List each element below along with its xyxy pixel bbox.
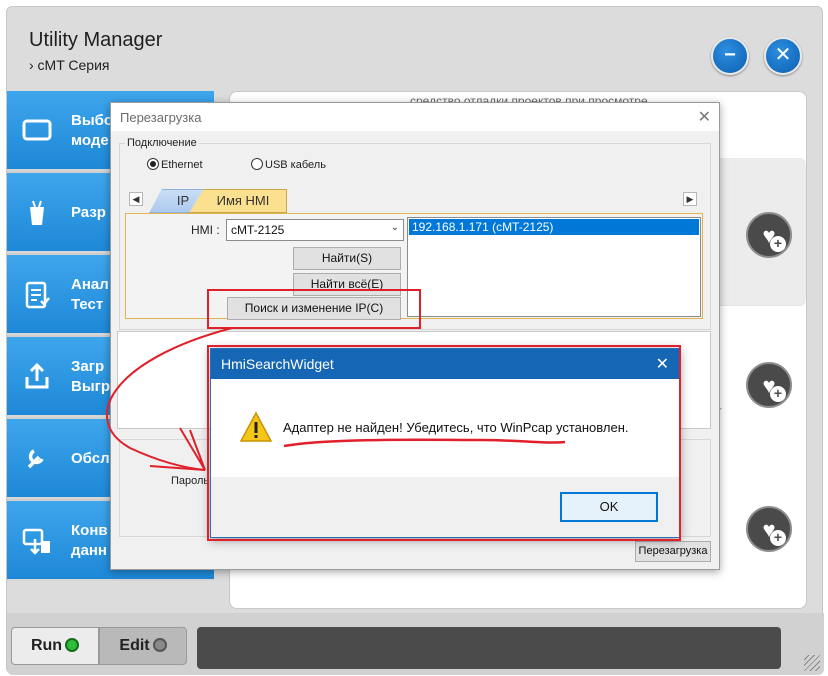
reboot-close-button[interactable]: ✕ — [698, 107, 711, 127]
radio-usb[interactable]: USB кабель — [251, 158, 326, 171]
bottom-bar: Run Edit — [7, 613, 824, 675]
edit-status-icon — [152, 638, 167, 652]
warning-icon — [239, 411, 273, 442]
hmi-label: HMI : — [191, 223, 220, 237]
resize-grip-icon[interactable] — [804, 655, 820, 671]
search-change-ip-button[interactable]: Поиск и изменение IP(C) — [227, 297, 401, 320]
hmi-search-message-box: HmiSearchWidget ✕ Адаптер не найден! Убе… — [210, 348, 680, 538]
hmi-select[interactable]: cMT-2125 ⌄ — [226, 219, 404, 241]
radio-selected-icon — [147, 158, 159, 170]
sidebar-item-label: Обсл — [71, 450, 110, 467]
sidebar-item-label: Конв данн — [71, 522, 108, 559]
checklist-icon — [25, 281, 50, 309]
favorite-add-button[interactable]: ♥ + — [746, 212, 792, 258]
message-close-button[interactable]: ✕ — [656, 354, 669, 374]
minimize-button[interactable]: − — [711, 37, 749, 75]
app-subtitle: › cMT Серия — [29, 57, 110, 73]
favorite-add-button[interactable]: ♥ + — [746, 362, 792, 408]
message-footer: OK — [211, 477, 679, 537]
minus-icon: − — [724, 44, 736, 66]
close-icon: ✕ — [774, 44, 792, 66]
monitor-icon — [22, 119, 52, 141]
run-status-icon — [65, 638, 80, 652]
radio-ethernet[interactable]: Ethernet — [147, 158, 203, 171]
reboot-dialog-title: Перезагрузка — [120, 110, 202, 125]
toolbox-icon — [30, 200, 44, 225]
message-box-title: HmiSearchWidget — [221, 356, 334, 372]
reboot-button[interactable]: Перезагрузка — [635, 541, 711, 562]
status-bar — [197, 627, 781, 669]
chevron-down-icon: ⌄ — [390, 222, 399, 233]
message-titlebar: HmiSearchWidget ✕ — [211, 349, 679, 379]
close-button[interactable]: ✕ — [764, 37, 802, 75]
sidebar-item-label: Загр Выгр — [71, 358, 111, 395]
app-title: Utility Manager — [29, 29, 163, 51]
sidebar-item-label: Разр — [71, 204, 106, 221]
hmi-list[interactable]: 192.168.1.171 (cMT-2125) — [407, 217, 701, 317]
convert-icon — [22, 528, 50, 555]
favorite-add-button[interactable]: ♥ + — [746, 506, 792, 552]
sidebar-item-label: Выбо моде — [71, 112, 114, 149]
sidebar-item-label: Анал Тест — [71, 276, 109, 313]
transfer-icon — [25, 362, 49, 389]
find-all-button[interactable]: Найти всё(E) — [293, 273, 401, 296]
ok-button[interactable]: OK — [560, 492, 658, 522]
connection-group-label: Подключение — [125, 137, 199, 149]
list-item[interactable]: 192.168.1.171 (cMT-2125) — [409, 219, 699, 235]
wrench-icon — [27, 449, 44, 469]
reboot-titlebar: Перезагрузка ✕ — [111, 103, 719, 131]
run-button[interactable]: Run — [11, 627, 99, 665]
password-label: Пароль — [171, 475, 210, 487]
find-button[interactable]: Найти(S) — [293, 247, 401, 270]
radio-empty-icon — [251, 158, 263, 170]
tab-scroll-right-icon[interactable]: ▶ — [683, 192, 697, 206]
message-text: Адаптер не найден! Убедитесь, что WinPca… — [283, 420, 629, 435]
tab-scroll-left-icon[interactable]: ◀ — [129, 192, 143, 206]
tab-hmi-name[interactable]: Имя HMI — [189, 189, 287, 213]
edit-button[interactable]: Edit — [99, 627, 187, 665]
